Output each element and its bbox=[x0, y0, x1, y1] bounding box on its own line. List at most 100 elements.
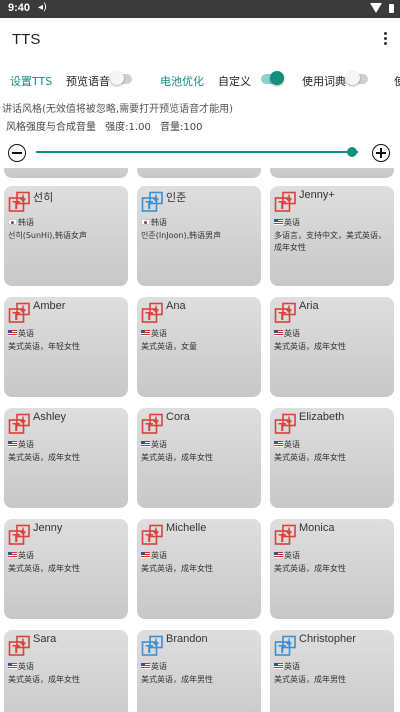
voice-card[interactable]: T Monica 英语 美式英语，成年女性 bbox=[270, 519, 394, 619]
us-flag-icon bbox=[8, 552, 17, 558]
language-label: 英语 bbox=[284, 551, 300, 560]
status-time: 9:40 bbox=[8, 2, 31, 14]
korea-flag-icon bbox=[8, 219, 17, 225]
language-label: 韩语 bbox=[18, 218, 34, 227]
us-flag-icon bbox=[274, 330, 283, 336]
voice-card-partial[interactable] bbox=[137, 168, 261, 178]
settings-row: 设置TTS 预览语音 电池优化 自定义 使用词典 使 bbox=[0, 66, 400, 92]
voice-card[interactable]: T Michelle 英语 美式英语，成年女性 bbox=[137, 519, 261, 619]
language-label: 英语 bbox=[151, 662, 167, 671]
voice-card[interactable]: T Ana 英语 美式英语，女童 bbox=[137, 297, 261, 397]
voice-name: 인준 bbox=[166, 192, 187, 204]
tts-voice-icon: T bbox=[8, 524, 30, 545]
voice-card[interactable]: T Jenny+ 英语 多语言，支持中文，美式英语，成年女性 bbox=[270, 186, 394, 286]
preview-voice-label: 预览语音 bbox=[66, 75, 110, 88]
voice-description: 美式英语，成年男性 bbox=[274, 675, 346, 684]
voice-name: Jenny bbox=[33, 522, 63, 534]
voice-card[interactable]: T Amber 英语 美式英语，年轻女性 bbox=[4, 297, 128, 397]
us-flag-icon bbox=[141, 552, 150, 558]
vibrate-icon: ◂) bbox=[38, 2, 47, 13]
voice-language: 英语 bbox=[141, 328, 167, 339]
voice-card[interactable]: T Jenny 英语 美式英语，成年女性 bbox=[4, 519, 128, 619]
language-label: 英语 bbox=[284, 329, 300, 338]
us-flag-icon bbox=[141, 441, 150, 447]
speaking-style-hint[interactable]: 讲话风格(无效值将被忽略,需要打开预览语音才能用) bbox=[2, 100, 233, 115]
voice-name: Aria bbox=[299, 300, 319, 312]
us-flag-icon bbox=[141, 330, 150, 336]
voice-description: 美式英语，成年女性 bbox=[274, 342, 346, 351]
voice-card[interactable]: T Sara 英语 美式英语，成年女性 bbox=[4, 630, 128, 712]
slider-thumb[interactable] bbox=[346, 147, 357, 157]
voice-name: Brandon bbox=[166, 633, 208, 645]
voice-name: Jenny+ bbox=[299, 189, 335, 201]
use-dictionary-toggle[interactable] bbox=[346, 71, 368, 85]
voice-card[interactable]: T Christopher 英语 美式英语，成年男性 bbox=[270, 630, 394, 712]
more-options-icon[interactable] bbox=[382, 30, 388, 48]
status-bar: 9:40 ◂) bbox=[0, 0, 400, 18]
voice-description: 인준(InJoon),韩语男声 bbox=[141, 231, 222, 240]
us-flag-icon bbox=[8, 330, 17, 336]
voice-card[interactable]: T Cora 英语 美式英语，成年女性 bbox=[137, 408, 261, 508]
voice-language: 韩语 bbox=[8, 217, 34, 228]
strength-value: 强度:1.00 bbox=[105, 122, 151, 133]
tts-voice-icon: T bbox=[141, 302, 163, 323]
app-bar: TTS bbox=[0, 18, 400, 62]
voice-language: 英语 bbox=[141, 661, 167, 672]
voice-name: Elizabeth bbox=[299, 411, 345, 423]
voice-card-partial[interactable] bbox=[4, 168, 128, 178]
voice-name: Michelle bbox=[166, 522, 207, 534]
voice-language: 英语 bbox=[8, 439, 34, 450]
voice-card-partial[interactable] bbox=[270, 168, 394, 178]
voice-card[interactable]: T Brandon 英语美式英语，成年男性 bbox=[137, 630, 261, 712]
voice-name: Cora bbox=[166, 411, 190, 423]
increase-button[interactable] bbox=[372, 144, 390, 162]
us-flag-icon bbox=[8, 441, 17, 447]
voice-language: 英语 bbox=[274, 217, 300, 228]
voice-language: 英语 bbox=[8, 328, 34, 339]
voice-card[interactable]: T Elizabeth 英语 美式英语，成年女性 bbox=[270, 408, 394, 508]
volume-value: 音量:100 bbox=[160, 122, 203, 133]
voice-name: Ashley bbox=[33, 411, 67, 423]
decrease-button[interactable] bbox=[8, 144, 26, 162]
voice-description: 美式英语，成年男性 bbox=[141, 675, 213, 684]
language-label: 英语 bbox=[18, 551, 34, 560]
voice-description: 美式英语，成年女性 bbox=[8, 453, 80, 462]
voice-card[interactable]: T 인준 韩语 인준(InJoon),韩语男声 bbox=[137, 186, 261, 286]
voice-language: 英语 bbox=[274, 550, 300, 561]
language-label: 英语 bbox=[18, 662, 34, 671]
us-flag-icon bbox=[274, 552, 283, 558]
strength-volume-row: 风格强度与合成音量 强度:1.00 音量:100 bbox=[6, 118, 208, 133]
tts-voice-icon: T bbox=[274, 191, 296, 212]
voice-card[interactable]: T Aria 英语美式英语，成年女性 bbox=[270, 297, 394, 397]
language-label: 英语 bbox=[284, 440, 300, 449]
cut-off-label: 使 bbox=[394, 75, 400, 88]
tts-voice-icon: T bbox=[141, 635, 163, 656]
voice-card[interactable]: T 선히 韩语 선히(SunHi),韩语女声 bbox=[4, 186, 128, 286]
language-label: 英语 bbox=[151, 551, 167, 560]
voice-card[interactable]: T Ashley 英语 美式英语，成年女性 bbox=[4, 408, 128, 508]
battery-icon bbox=[389, 4, 394, 13]
battery-optimization-button[interactable]: 电池优化 bbox=[160, 73, 204, 89]
language-label: 韩语 bbox=[151, 218, 167, 227]
custom-label: 自定义 bbox=[218, 75, 251, 88]
voice-name: Christopher bbox=[299, 633, 356, 645]
voice-language: 英语 bbox=[274, 328, 300, 339]
language-label: 英语 bbox=[151, 329, 167, 338]
korea-flag-icon bbox=[141, 219, 150, 225]
voice-name: Monica bbox=[299, 522, 335, 534]
strength-slider bbox=[0, 140, 400, 166]
preview-voice-toggle[interactable] bbox=[110, 71, 132, 85]
app-title: TTS bbox=[12, 31, 41, 48]
voice-language: 英语 bbox=[274, 661, 300, 672]
voice-language: 英语 bbox=[8, 661, 34, 672]
voice-name: 선히 bbox=[33, 192, 54, 204]
voice-description: 美式英语，成年女性 bbox=[8, 675, 80, 684]
custom-toggle[interactable] bbox=[261, 71, 284, 85]
voice-description: 美式英语，成年女性 bbox=[274, 453, 346, 462]
tab-setup-tts[interactable]: 设置TTS bbox=[10, 73, 52, 89]
tts-voice-icon: T bbox=[274, 302, 296, 323]
us-flag-icon bbox=[274, 441, 283, 447]
tts-voice-icon: T bbox=[8, 635, 30, 656]
voice-description: 美式英语，年轻女性 bbox=[8, 342, 80, 351]
slider-track[interactable] bbox=[36, 151, 358, 153]
